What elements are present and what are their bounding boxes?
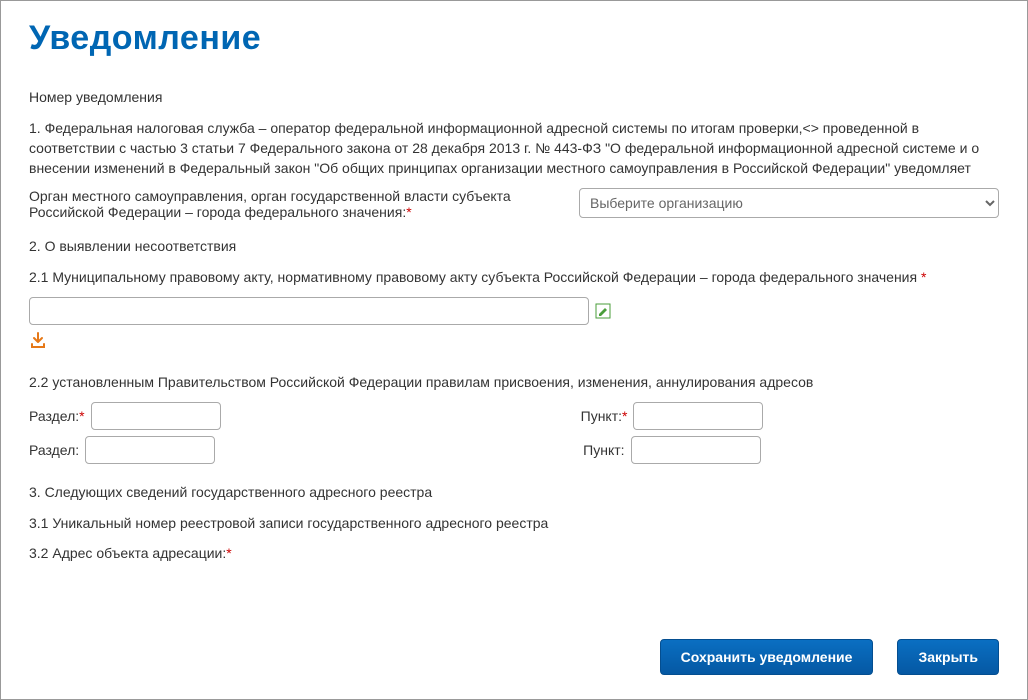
required-mark: * — [226, 545, 231, 561]
organization-select[interactable]: Выберите организацию — [579, 188, 999, 218]
paragraph-2-1-text: 2.1 Муниципальному правовому акту, норма… — [29, 269, 921, 285]
paragraph-3: 3. Следующих сведений государственного а… — [29, 482, 999, 502]
modal-body[interactable]: Номер уведомления 1. Федеральная налогов… — [1, 66, 1027, 616]
edit-icon[interactable] — [595, 303, 611, 319]
razdel-input-1[interactable] — [91, 402, 221, 430]
required-mark: * — [921, 269, 926, 285]
paragraph-3-2-text: 3.2 Адрес объекта адресации: — [29, 545, 226, 561]
modal-footer: Сохранить уведомление Закрыть — [1, 616, 1027, 699]
punkt-label-1: Пункт:* — [581, 408, 628, 424]
razdel-input-2[interactable] — [85, 436, 215, 464]
punkt-input-2[interactable] — [631, 436, 761, 464]
organization-row: Орган местного самоуправления, орган гос… — [29, 188, 999, 220]
act-input-row — [29, 297, 999, 325]
legal-act-input[interactable] — [29, 297, 589, 325]
section-punkt-row-1: Раздел:* Пункт:* — [29, 402, 999, 430]
required-mark: * — [622, 408, 627, 424]
download-icon[interactable] — [29, 331, 47, 352]
modal-header: Уведомление — [1, 1, 1027, 66]
required-mark: * — [406, 204, 411, 220]
paragraph-3-2: 3.2 Адрес объекта адресации:* — [29, 543, 999, 563]
required-mark: * — [79, 408, 84, 424]
punkt-label-2: Пункт: — [583, 442, 624, 458]
paragraph-2: 2. О выявлении несоответствия — [29, 236, 999, 256]
notification-number-label: Номер уведомления — [29, 88, 999, 108]
punkt-input-1[interactable] — [633, 402, 763, 430]
razdel-label-1: Раздел:* — [29, 408, 85, 424]
paragraph-3-1: 3.1 Уникальный номер реестровой записи г… — [29, 513, 999, 533]
paragraph-2-2: 2.2 установленным Правительством Российс… — [29, 372, 999, 392]
close-button[interactable]: Закрыть — [897, 639, 999, 675]
paragraph-1: 1. Федеральная налоговая служба – операт… — [29, 118, 999, 179]
section-punkt-row-2: Раздел: Пункт: — [29, 436, 999, 464]
modal-title: Уведомление — [29, 19, 999, 58]
save-button[interactable]: Сохранить уведомление — [660, 639, 874, 675]
paragraph-2-1: 2.1 Муниципальному правовому акту, норма… — [29, 267, 999, 287]
notification-modal: Уведомление Номер уведомления 1. Федерал… — [0, 0, 1028, 700]
organization-label: Орган местного самоуправления, орган гос… — [29, 188, 511, 220]
razdel-label-2: Раздел: — [29, 442, 79, 458]
